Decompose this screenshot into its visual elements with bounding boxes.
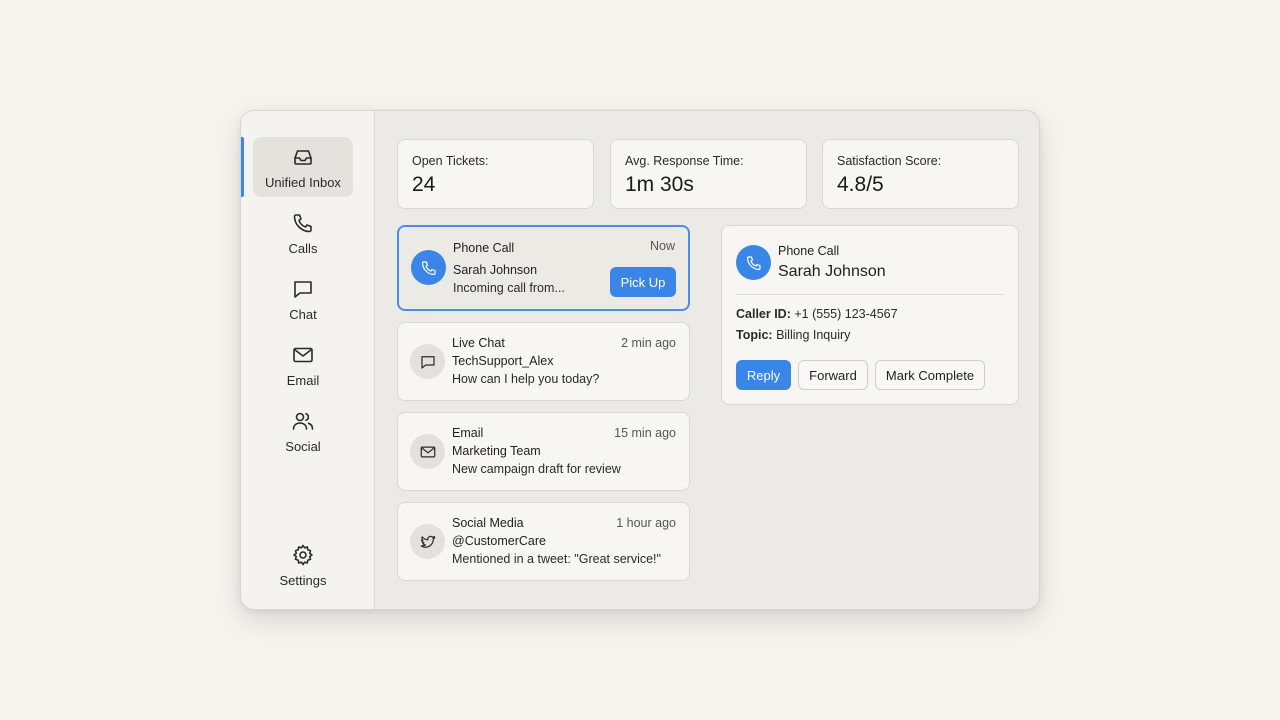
message-preview: How can I help you today? (452, 372, 600, 386)
phone-icon (411, 250, 446, 285)
message-time: 15 min ago (614, 426, 676, 440)
detail-caller-name: Sarah Johnson (778, 263, 886, 280)
app-window: Unified Inbox Calls Chat Email Social Se… (240, 110, 1040, 610)
reply-button[interactable]: Reply (736, 360, 791, 390)
sidebar-item-label: Social (285, 438, 321, 454)
message-type: Email (452, 426, 484, 440)
sidebar-item-label: Unified Inbox (265, 174, 341, 190)
message-item-social-media[interactable]: Social Media 1 hour ago @CustomerCare Me… (397, 502, 690, 581)
stat-label: Satisfaction Score: (837, 154, 942, 168)
stat-label: Open Tickets: (412, 154, 489, 168)
chat-icon (291, 277, 315, 301)
message-type: Social Media (452, 516, 524, 530)
message-preview: Incoming call from... (453, 281, 565, 295)
sidebar-item-email[interactable]: Email (253, 335, 353, 395)
sidebar-item-calls[interactable]: Calls (253, 203, 353, 263)
caller-id-value: +1 (555) 123-4567 (794, 307, 898, 321)
phone-icon (291, 211, 315, 235)
message-type: Phone Call (453, 241, 515, 255)
sidebar-item-unified-inbox[interactable]: Unified Inbox (253, 137, 353, 197)
sidebar-item-social[interactable]: Social (253, 401, 353, 461)
message-sender: Sarah Johnson (453, 263, 538, 277)
topic-row: Topic: Billing Inquiry (736, 328, 850, 342)
stat-value: 4.8/5 (837, 173, 884, 196)
message-item-phone-call[interactable]: Phone Call Now Sarah Johnson Incoming ca… (397, 225, 690, 311)
sidebar-item-label: Chat (289, 306, 317, 322)
caller-id-row: Caller ID: +1 (555) 123-4567 (736, 307, 898, 321)
message-preview: New campaign draft for review (452, 462, 621, 476)
twitter-icon (410, 524, 445, 559)
stat-value: 1m 30s (625, 173, 694, 196)
inbox-icon (291, 145, 315, 169)
detail-panel: Phone Call Sarah Johnson Caller ID: +1 (… (721, 225, 1019, 405)
sidebar-item-label: Settings (279, 572, 327, 588)
message-time: Now (649, 239, 675, 253)
message-preview: Mentioned in a tweet: "Great service!" (452, 552, 661, 566)
sidebar-item-label: Email (286, 372, 320, 388)
mark-complete-button[interactable]: Mark Complete (875, 360, 985, 390)
phone-icon (736, 245, 771, 280)
message-sender: Marketing Team (452, 444, 541, 458)
message-time: 2 min ago (621, 336, 676, 350)
message-type: Live Chat (452, 336, 505, 350)
message-item-live-chat[interactable]: Live Chat 2 min ago TechSupport_Alex How… (397, 322, 690, 401)
sidebar-item-label: Calls (288, 240, 318, 256)
stat-card-satisfaction: Satisfaction Score: 4.8/5 (822, 139, 1019, 209)
stat-card-response-time: Avg. Response Time: 1m 30s (610, 139, 807, 209)
caller-id-label: Caller ID: (736, 307, 791, 321)
sidebar-item-chat[interactable]: Chat (253, 269, 353, 329)
stat-value: 24 (412, 173, 436, 196)
topic-value: Billing Inquiry (776, 328, 851, 342)
pick-up-button[interactable]: Pick Up (610, 267, 676, 297)
message-sender: TechSupport_Alex (452, 354, 554, 368)
topic-label: Topic: (736, 328, 773, 342)
message-time: 1 hour ago (616, 516, 676, 530)
sidebar: Unified Inbox Calls Chat Email Social Se… (241, 111, 375, 609)
gear-icon (291, 543, 315, 567)
sidebar-item-settings[interactable]: Settings (253, 535, 353, 595)
forward-button[interactable]: Forward (798, 360, 868, 390)
detail-type: Phone Call (778, 244, 840, 258)
mail-icon (410, 434, 445, 469)
mail-icon (291, 343, 315, 367)
users-icon (291, 409, 315, 433)
divider (736, 294, 1004, 295)
chat-icon (410, 344, 445, 379)
stat-label: Avg. Response Time: (625, 154, 744, 168)
message-sender: @CustomerCare (452, 534, 546, 548)
message-item-email[interactable]: Email 15 min ago Marketing Team New camp… (397, 412, 690, 491)
stat-card-open-tickets: Open Tickets: 24 (397, 139, 594, 209)
active-indicator (241, 137, 244, 197)
